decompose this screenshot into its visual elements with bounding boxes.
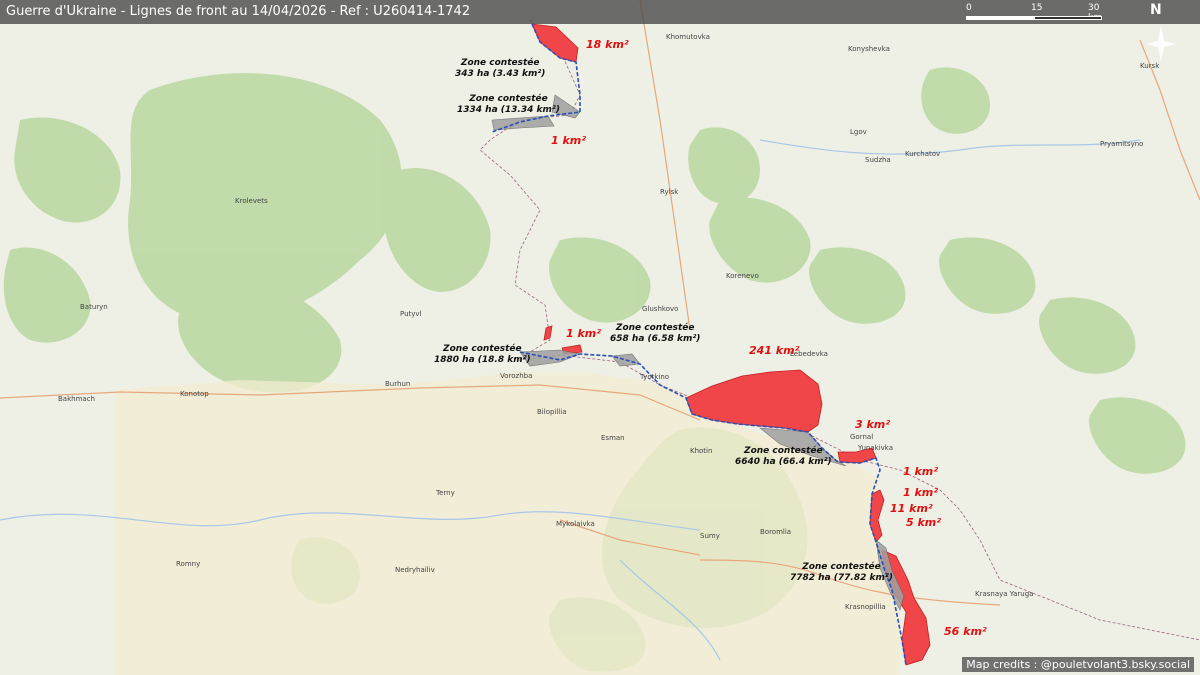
zone-area: 7782 ha (77.82 km²) [790,573,893,583]
town-label: Bakhmach [58,395,95,403]
area-label: 18 km² [586,38,629,51]
contested-zone-label: Zone contestée 6640 ha (66.4 km²) [735,446,832,468]
zone-title: Zone contestée [460,58,540,68]
town-label: Baturyn [80,303,108,311]
contested-zone-label: Zone contestée 658 ha (6.58 km²) [610,323,700,345]
town-label: Kurchatov [905,150,941,158]
town-label: Sumy [700,532,720,540]
contested-zone-label: Zone contestée 1880 ha (18.8 km²) [434,344,531,366]
area-label: 1 km² [903,486,939,499]
compass-icon [1146,26,1176,62]
area-label: 1 km² [551,134,587,147]
contested-zone-label: Zone contestée 343 ha (3.43 km²) [455,58,545,80]
title-bar: Guerre d'Ukraine - Lignes de front au 14… [0,0,1200,24]
town-label: Konyshevka [848,45,890,53]
scale-tick-30: 30 km [1088,3,1102,23]
zone-title: Zone contestée [443,344,522,354]
town-label: Boromlia [760,528,792,536]
town-label: Kursk [1140,62,1160,70]
town-label: Nedryhailiv [395,566,435,574]
area-label: 3 km² [855,418,891,431]
zone-title: Zone contestée [802,562,881,572]
town-label: Vorozhba [500,372,533,380]
town-label: Putyvl [400,310,422,318]
area-label: 1 km² [903,465,939,478]
town-label: Bilopillia [537,408,567,416]
scale-bar-dark [1034,16,1102,20]
map-credits: Map credits : @pouletvolant3.bsky.social [962,657,1194,672]
town-label: Khomutovka [666,33,710,41]
town-label: Glushkovo [642,305,679,313]
town-label: Khotin [690,447,713,455]
area-label: 5 km² [906,516,942,529]
town-label: Krolevets [235,197,268,205]
zone-area: 343 ha (3.43 km²) [455,69,546,79]
town-label: Rylsk [660,188,679,196]
area-label: 1 km² [566,327,602,340]
town-label: Romny [176,560,201,568]
area-label: 56 km² [944,625,987,638]
town-label: Korenevo [726,272,759,280]
town-label: Yunakivka [858,444,893,452]
zone-title: Zone contestée [615,323,695,333]
town-label: Krasnaya Yaruga [975,590,1034,598]
town-label: Tyotkino [640,373,670,381]
area-label: 11 km² [890,502,933,515]
contested-zone-label: Zone contestée 1334 ha (13.34 km²) [457,94,560,116]
north-label: N [1150,2,1162,18]
zone-area: 1334 ha (13.34 km²) [457,105,560,115]
town-label: Gornal [850,433,874,441]
town-label: Esman [601,434,625,442]
town-label: Terny [436,489,455,497]
town-label: Burhun [385,380,411,388]
scale-tick-15: 15 [1031,3,1043,13]
scale-bar-white [966,16,1034,20]
scale-tick-0: 0 [966,3,972,13]
zone-title: Zone contestée [469,94,548,104]
zone-area: 6640 ha (66.4 km²) [735,457,832,467]
scale-bar: 0 15 30 km [966,3,1106,23]
zone-area: 1880 ha (18.8 km²) [434,355,531,365]
zone-title: Zone contestée [744,446,823,456]
town-label: Konotop [180,390,209,398]
town-label: Lgov [850,128,867,136]
town-label: Mykolaivka [556,520,595,528]
town-label: Sudzha [865,156,891,164]
zone-area: 658 ha (6.58 km²) [610,334,701,344]
map-title: Guerre d'Ukraine - Lignes de front au 14… [6,4,471,19]
town-label: Krasnopillia [845,603,886,611]
area-label: 241 km² [749,344,800,357]
town-label: Pryamitsyno [1100,140,1144,148]
contested-zone-label: Zone contestée 7782 ha (77.82 km²) [790,562,893,584]
